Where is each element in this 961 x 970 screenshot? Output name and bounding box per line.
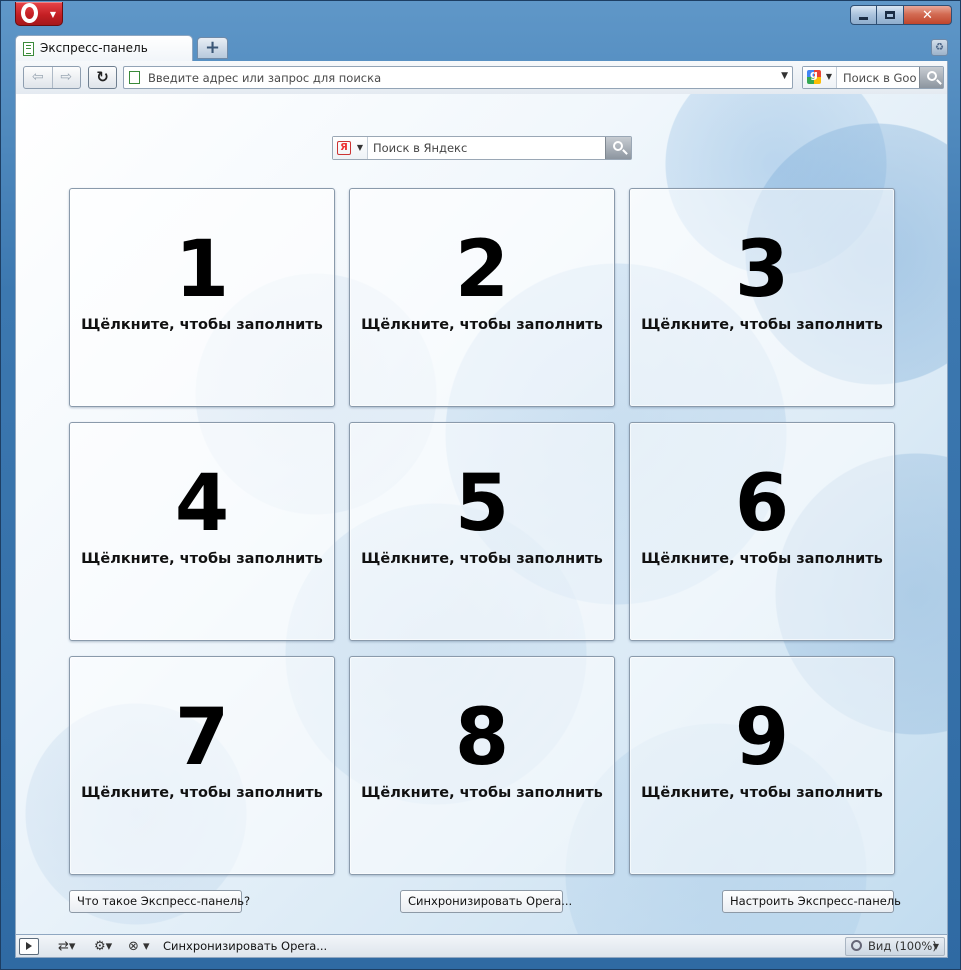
tile-label: Щёлкните, чтобы заполнить <box>81 317 323 333</box>
reload-button[interactable]: ↻ <box>88 66 117 89</box>
search-icon <box>613 141 623 151</box>
plus-icon: + <box>204 37 221 58</box>
tile-number: 5 <box>454 459 510 549</box>
address-bar: ▼ <box>123 66 793 89</box>
zoom-label: Вид (100%) <box>868 939 937 953</box>
tile-number: 7 <box>174 693 230 783</box>
tile-number: 2 <box>454 225 510 315</box>
back-arrow-icon: ⇦ <box>31 69 44 85</box>
speed-dial-search-box: Я ▼ <box>332 136 632 160</box>
page-icon <box>129 71 140 84</box>
yandex-icon: Я <box>337 141 351 155</box>
trash-icon: ♻ <box>935 42 944 53</box>
tile-number: 3 <box>734 225 790 315</box>
navigation-toolbar: ⇦ ⇨ ↻ ▼ ▼ <box>15 61 948 94</box>
what-is-speed-dial-button[interactable]: Что такое Экспресс-панель? <box>69 890 250 913</box>
zoom-icon <box>851 940 862 951</box>
maximize-icon <box>885 11 895 19</box>
search-button[interactable] <box>919 67 943 88</box>
speed-dial-tile-7[interactable]: 7 Щёлкните, чтобы заполнить <box>69 656 335 875</box>
panel-toggle-button[interactable] <box>19 938 39 955</box>
maximize-button[interactable] <box>877 5 904 25</box>
speed-dial-tile-8[interactable]: 8 Щёлкните, чтобы заполнить <box>349 656 615 875</box>
tile-number: 4 <box>174 459 230 549</box>
speed-dial-tile-4[interactable]: 4 Щёлкните, чтобы заполнить <box>69 422 335 641</box>
speed-dial-tile-3[interactable]: 3 Щёлкните, чтобы заполнить <box>629 188 895 407</box>
new-tab-button[interactable]: + <box>197 37 228 59</box>
tile-label: Щёлкните, чтобы заполнить <box>81 785 323 801</box>
tab-speed-dial[interactable]: Экспресс-панель <box>15 35 193 62</box>
tile-label: Щёлкните, чтобы заполнить <box>361 317 603 333</box>
tile-label: Щёлкните, чтобы заполнить <box>361 785 603 801</box>
chevron-down-icon: ▼ <box>356 143 363 152</box>
closed-tabs-trash-button[interactable]: ♻ <box>931 39 948 56</box>
speed-dial-grid: 1 Щёлкните, чтобы заполнить 2 Щёлкните, … <box>69 188 895 875</box>
tile-number: 1 <box>174 225 230 315</box>
search-engine-selector[interactable]: Я ▼ <box>333 137 368 159</box>
sync-status-icon[interactable]: ⇄▾ <box>58 938 75 955</box>
speed-dial-tile-6[interactable]: 6 Щёлкните, чтобы заполнить <box>629 422 895 641</box>
chevron-down-icon: ▼ <box>825 72 832 81</box>
forward-button[interactable]: ⇨ <box>53 67 81 88</box>
close-icon: ✕ <box>922 7 933 23</box>
status-bar: ⇄▾ ⚙▾ ⊗ ▾ Синхронизировать Opera... Вид … <box>15 934 948 958</box>
address-input[interactable] <box>146 69 766 86</box>
configure-speed-dial-button[interactable]: Настроить Экспресс-панель <box>722 890 901 913</box>
speed-dial-page-icon <box>23 42 34 56</box>
google-icon <box>807 68 821 84</box>
browser-window: ▼ ✕ Экспресс-панель + ♻ ⇦ ⇨ ↻ ▼ ▼ <box>0 0 961 970</box>
tile-label: Щёлкните, чтобы заполнить <box>641 785 883 801</box>
speed-dial-tile-9[interactable]: 9 Щёлкните, чтобы заполнить <box>629 656 895 875</box>
back-forward-group: ⇦ ⇨ <box>23 66 81 89</box>
chevron-down-icon: ▼ <box>932 942 939 951</box>
tile-label: Щёлкните, чтобы заполнить <box>81 551 323 567</box>
tile-number: 6 <box>734 459 790 549</box>
unite-icon[interactable]: ⚙▾ <box>94 938 112 955</box>
tile-label: Щёлкните, чтобы заполнить <box>641 551 883 567</box>
tile-label: Щёлкните, чтобы заполнить <box>361 551 603 567</box>
close-button[interactable]: ✕ <box>904 5 952 25</box>
opera-menu-button[interactable]: ▼ <box>15 2 63 26</box>
speed-dial-tile-5[interactable]: 5 Щёлкните, чтобы заполнить <box>349 422 615 641</box>
window-caption-buttons: ✕ <box>850 5 952 25</box>
tab-title: Экспресс-панель <box>40 41 148 55</box>
search-box: ▼ <box>802 66 944 89</box>
history-dropdown-icon[interactable]: ▼ <box>781 71 788 81</box>
forward-arrow-icon: ⇨ <box>60 69 73 85</box>
speed-dial-search-input[interactable] <box>371 140 601 156</box>
status-sync-link[interactable]: Синхронизировать Opera... <box>163 939 327 953</box>
minimize-icon <box>859 17 868 20</box>
speed-dial-tile-1[interactable]: 1 Щёлкните, чтобы заполнить <box>69 188 335 407</box>
minimize-button[interactable] <box>850 5 877 25</box>
zoom-control[interactable]: Вид (100%) ▼ <box>845 937 945 956</box>
speed-dial-search-button[interactable] <box>605 137 631 159</box>
search-icon <box>927 71 937 81</box>
tile-number: 8 <box>454 693 510 783</box>
back-button[interactable]: ⇦ <box>24 67 53 88</box>
speed-dial-tile-2[interactable]: 2 Щёлкните, чтобы заполнить <box>349 188 615 407</box>
tile-number: 9 <box>734 693 790 783</box>
reload-icon: ↻ <box>96 68 109 86</box>
search-engine-selector[interactable]: ▼ <box>803 67 837 88</box>
tile-label: Щёлкните, чтобы заполнить <box>641 317 883 333</box>
opera-logo-icon <box>21 3 38 23</box>
sync-opera-button[interactable]: Синхронизировать Opera... <box>400 890 572 913</box>
search-input[interactable] <box>841 69 919 86</box>
turbo-icon[interactable]: ⊗ ▾ <box>128 938 150 955</box>
chevron-down-icon: ▼ <box>49 10 56 19</box>
speed-dial-page: Я ▼ 1 Щёлкните, чтобы заполнить 2 Щёлкни… <box>15 94 948 934</box>
